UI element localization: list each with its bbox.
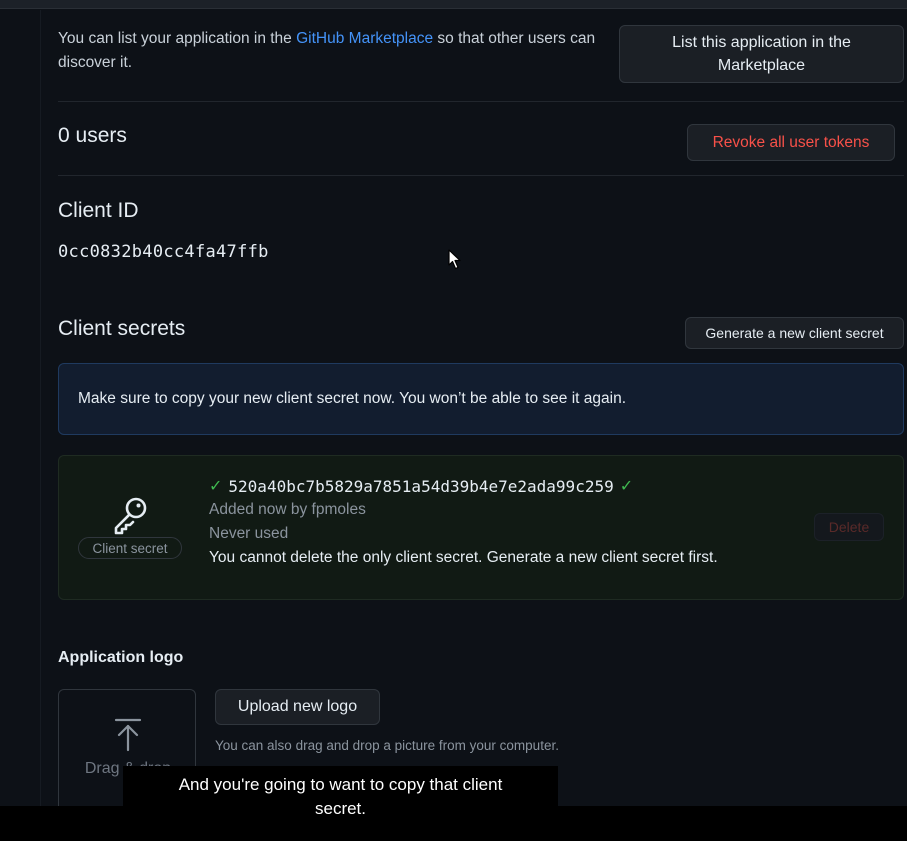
list-in-marketplace-label: List this application in the Marketplace [672,34,851,74]
application-logo-heading: Application logo [58,649,184,666]
client-secrets-heading: Client secrets [58,317,186,340]
check-icon: ✓ [209,478,223,495]
upload-new-logo-button[interactable]: Upload new logo [215,689,380,725]
secret-usage: Never used [209,525,289,542]
mouse-pointer-icon [448,249,461,270]
top-bar [0,0,907,9]
marketplace-description: You can list your application in the Git… [58,27,618,75]
list-in-marketplace-button[interactable]: List this application in the Marketplace [619,25,904,83]
github-marketplace-link[interactable]: GitHub Marketplace [296,30,433,47]
revoke-all-user-tokens-button[interactable]: Revoke all user tokens [687,124,895,161]
marketplace-text-before: You can list your application in the [58,30,297,47]
secret-added-by: Added now by fpmoles [209,501,366,518]
caption-line-2: secret. [314,799,367,818]
key-icon [114,497,147,535]
drag-drop-hint: You can also drag and drop a picture fro… [215,738,559,753]
copied-check-icon: ✓ [619,478,634,495]
users-count-heading: 0 users [58,124,127,147]
secret-delete-note: You cannot delete the only client secret… [209,549,718,566]
generate-client-secret-button[interactable]: Generate a new client secret [685,317,904,349]
client-id-heading: Client ID [58,199,139,222]
divider [58,101,904,102]
divider [58,175,904,176]
copy-secret-flash-notice: Make sure to copy your new client secret… [58,363,904,435]
video-caption: And you're going to want to copy that cl… [123,773,558,821]
delete-secret-button[interactable]: Delete [814,513,884,541]
flash-message: Make sure to copy your new client secret… [78,390,626,407]
client-secret-card: Client secret ✓ 520a40bc7b5829a7851a54d3… [58,455,904,600]
client-secret-value[interactable]: 520a40bc7b5829a7851a54d39b4e7e2ada99c259 [228,477,613,496]
secret-value-row: ✓ 520a40bc7b5829a7851a54d39b4e7e2ada99c2… [209,476,633,496]
client-secret-badge: Client secret [78,537,182,559]
client-id-value: 0cc0832b40cc4fa47ffb [58,242,269,262]
sidebar-divider [40,10,41,806]
upload-arrow-icon [114,718,142,752]
caption-line-1: And you're going to want to copy that cl… [178,775,503,794]
